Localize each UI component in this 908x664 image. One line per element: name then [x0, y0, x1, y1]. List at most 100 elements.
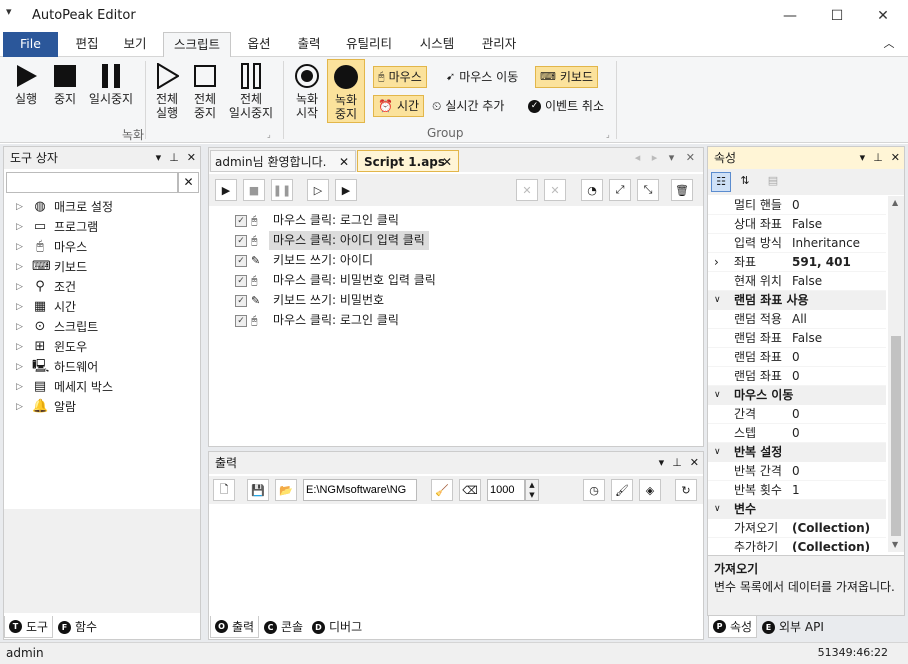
tab-properties[interactable]: P 속성	[708, 616, 758, 638]
property-value[interactable]: 0	[792, 462, 800, 481]
tree-item[interactable]: ▷ ⚲ 조건	[16, 277, 76, 297]
play-frame-icon[interactable]: ▷	[307, 179, 329, 201]
expand-icon[interactable]: ⤢	[609, 179, 631, 201]
maximize-button[interactable]: ☐	[817, 4, 857, 28]
property-row[interactable]: 반복 횟수 1	[708, 481, 886, 500]
expand-arrow-icon[interactable]: ▷	[16, 277, 26, 297]
categorized-icon[interactable]: ☷	[711, 172, 731, 192]
collapse-icon[interactable]: ⤡	[637, 179, 659, 201]
refresh-icon[interactable]: ↻	[675, 479, 697, 501]
expand-arrow-icon[interactable]: ▷	[16, 297, 26, 317]
sort-az-icon[interactable]: ⇅	[735, 172, 755, 192]
tab-welcome[interactable]: admin님 환영합니다. ✕	[210, 150, 356, 172]
stop-icon[interactable]: ■	[243, 179, 265, 201]
expand-arrow-icon[interactable]: ▷	[16, 397, 26, 417]
property-row[interactable]: 멀티 핸들 0	[708, 196, 886, 215]
pause-all-button[interactable]: 전체 일시중지	[224, 57, 278, 120]
record-start-button[interactable]: 녹화 시작	[288, 57, 326, 121]
event-cancel-button[interactable]: ✓ 이벤트 취소	[524, 95, 608, 117]
stop-button[interactable]: 중지	[46, 57, 84, 106]
property-row[interactable]: 상대 좌표 False	[708, 215, 886, 234]
keyboard-toggle[interactable]: ⌨ 키보드	[535, 66, 599, 88]
property-scrollbar[interactable]: ▲ ▼	[888, 196, 904, 552]
property-value[interactable]: Inheritance	[792, 234, 860, 253]
property-value[interactable]: 0	[792, 348, 800, 367]
row-checkbox[interactable]: ✓	[235, 294, 247, 307]
collapse-chevron-icon[interactable]: ∨	[714, 443, 721, 462]
pause-button[interactable]: 일시중지	[84, 57, 138, 106]
property-row[interactable]: 랜덤 좌표 0	[708, 367, 886, 386]
property-row[interactable]: 랜덤 적용 All	[708, 310, 886, 329]
number-input[interactable]	[487, 479, 525, 501]
close-icon[interactable]: ✕	[187, 151, 196, 164]
play-step-icon[interactable]: ▶	[335, 179, 357, 201]
mouse-toggle[interactable]: 🖰 마우스	[373, 66, 427, 88]
property-category[interactable]: ∨ 랜덤 좌표 사용	[708, 291, 886, 310]
clean-icon[interactable]: 🧹	[431, 479, 453, 501]
tree-item[interactable]: ▷ ⊙ 스크립트	[16, 317, 98, 337]
play-icon[interactable]: ▶	[215, 179, 237, 201]
scroll-right-icon[interactable]: ▸	[652, 151, 658, 164]
expand-arrow-icon[interactable]: ▷	[16, 357, 26, 377]
collapse-chevron-icon[interactable]: ∨	[714, 291, 721, 310]
menu-view[interactable]: 보기	[114, 32, 156, 57]
brush-icon[interactable]: 🖌	[611, 479, 633, 501]
scroll-thumb[interactable]	[891, 336, 901, 536]
save-icon[interactable]: 💾	[247, 479, 269, 501]
clock-icon[interactable]: ◷	[583, 479, 605, 501]
expand-arrow-icon[interactable]: ▷	[16, 317, 26, 337]
row-checkbox[interactable]: ✓	[235, 274, 247, 287]
tab-external-api[interactable]: E 외부 API	[758, 616, 828, 638]
tab-output[interactable]: O 출력	[210, 616, 260, 638]
number-spinner[interactable]: ▲ ▼	[525, 479, 539, 501]
property-value[interactable]: 1	[792, 481, 800, 500]
pin-icon[interactable]: ⊥	[672, 456, 682, 469]
tree-item[interactable]: ▷ 🖳 하드웨어	[16, 357, 98, 377]
close-editor-icon[interactable]: ✕	[686, 151, 695, 164]
property-row[interactable]: 현재 위치 False	[708, 272, 886, 291]
collapse-chevron-icon[interactable]: ∨	[714, 500, 721, 519]
tree-item[interactable]: ▷ ▭ 프로그램	[16, 217, 98, 237]
run-button[interactable]: 실행	[6, 57, 46, 106]
quick-access-menu-icon[interactable]: ▾	[6, 5, 12, 18]
path-input[interactable]	[303, 479, 417, 501]
expand-chevron-icon[interactable]: ›	[714, 253, 719, 272]
menu-edit[interactable]: 편집	[66, 32, 108, 57]
tab-console[interactable]: C 콘솔	[260, 616, 307, 638]
tree-item[interactable]: ▷ ▤ 메세지 박스	[16, 377, 113, 397]
script-row[interactable]: ✓ 🖰 마우스 클릭: 로그인 클릭	[235, 311, 403, 330]
property-value[interactable]: 0	[792, 405, 800, 424]
tab-list-icon[interactable]: ▾	[669, 151, 675, 164]
row-checkbox[interactable]: ✓	[235, 234, 247, 247]
property-row[interactable]: 입력 방식 Inheritance	[708, 234, 886, 253]
expand-arrow-icon[interactable]: ▷	[16, 377, 26, 397]
expand-arrow-icon[interactable]: ▷	[16, 217, 26, 237]
collapse-ribbon-icon[interactable]: ︿	[878, 32, 900, 57]
dropdown-icon[interactable]: ▾	[659, 456, 665, 469]
dropdown-icon[interactable]: ▾	[156, 151, 162, 164]
tree-item[interactable]: ▷ 🖰 마우스	[16, 237, 87, 257]
new-file-icon[interactable]: 🗋	[213, 479, 235, 501]
row-checkbox[interactable]: ✓	[235, 314, 247, 327]
run-all-button[interactable]: 전체 실행	[148, 57, 186, 120]
property-category[interactable]: ∨ 반복 설정	[708, 443, 886, 462]
expand-arrow-icon[interactable]: ▷	[16, 257, 26, 277]
property-value[interactable]: 0	[792, 367, 800, 386]
stop-all-button[interactable]: 전체 중지	[186, 57, 224, 120]
expand-arrow-icon[interactable]: ▷	[16, 237, 26, 257]
minimize-button[interactable]: —	[770, 4, 810, 28]
property-row[interactable]: › 좌표 591, 401	[708, 253, 886, 272]
record-stop-button[interactable]: 녹화 중지	[327, 59, 365, 123]
close-window-button[interactable]: ✕	[863, 4, 903, 28]
property-value[interactable]: 0	[792, 196, 800, 215]
close-tab-icon[interactable]: ✕	[339, 151, 349, 173]
script-row[interactable]: ✓ 🖰 마우스 클릭: 비밀번호 입력 클릭	[235, 271, 440, 290]
tree-item[interactable]: ▷ ⌨ 키보드	[16, 257, 87, 277]
mouse-move-toggle[interactable]: ➹ 마우스 이동	[442, 66, 522, 88]
fill-icon[interactable]: ◈	[639, 479, 661, 501]
property-category[interactable]: ∨ 마우스 이동	[708, 386, 886, 405]
tab-script1[interactable]: Script 1.aps ✕	[357, 150, 459, 172]
property-row[interactable]: 랜덤 좌표 0	[708, 348, 886, 367]
expand-arrow-icon[interactable]: ▷	[16, 337, 26, 357]
tab-debug[interactable]: D 디버그	[308, 616, 366, 638]
